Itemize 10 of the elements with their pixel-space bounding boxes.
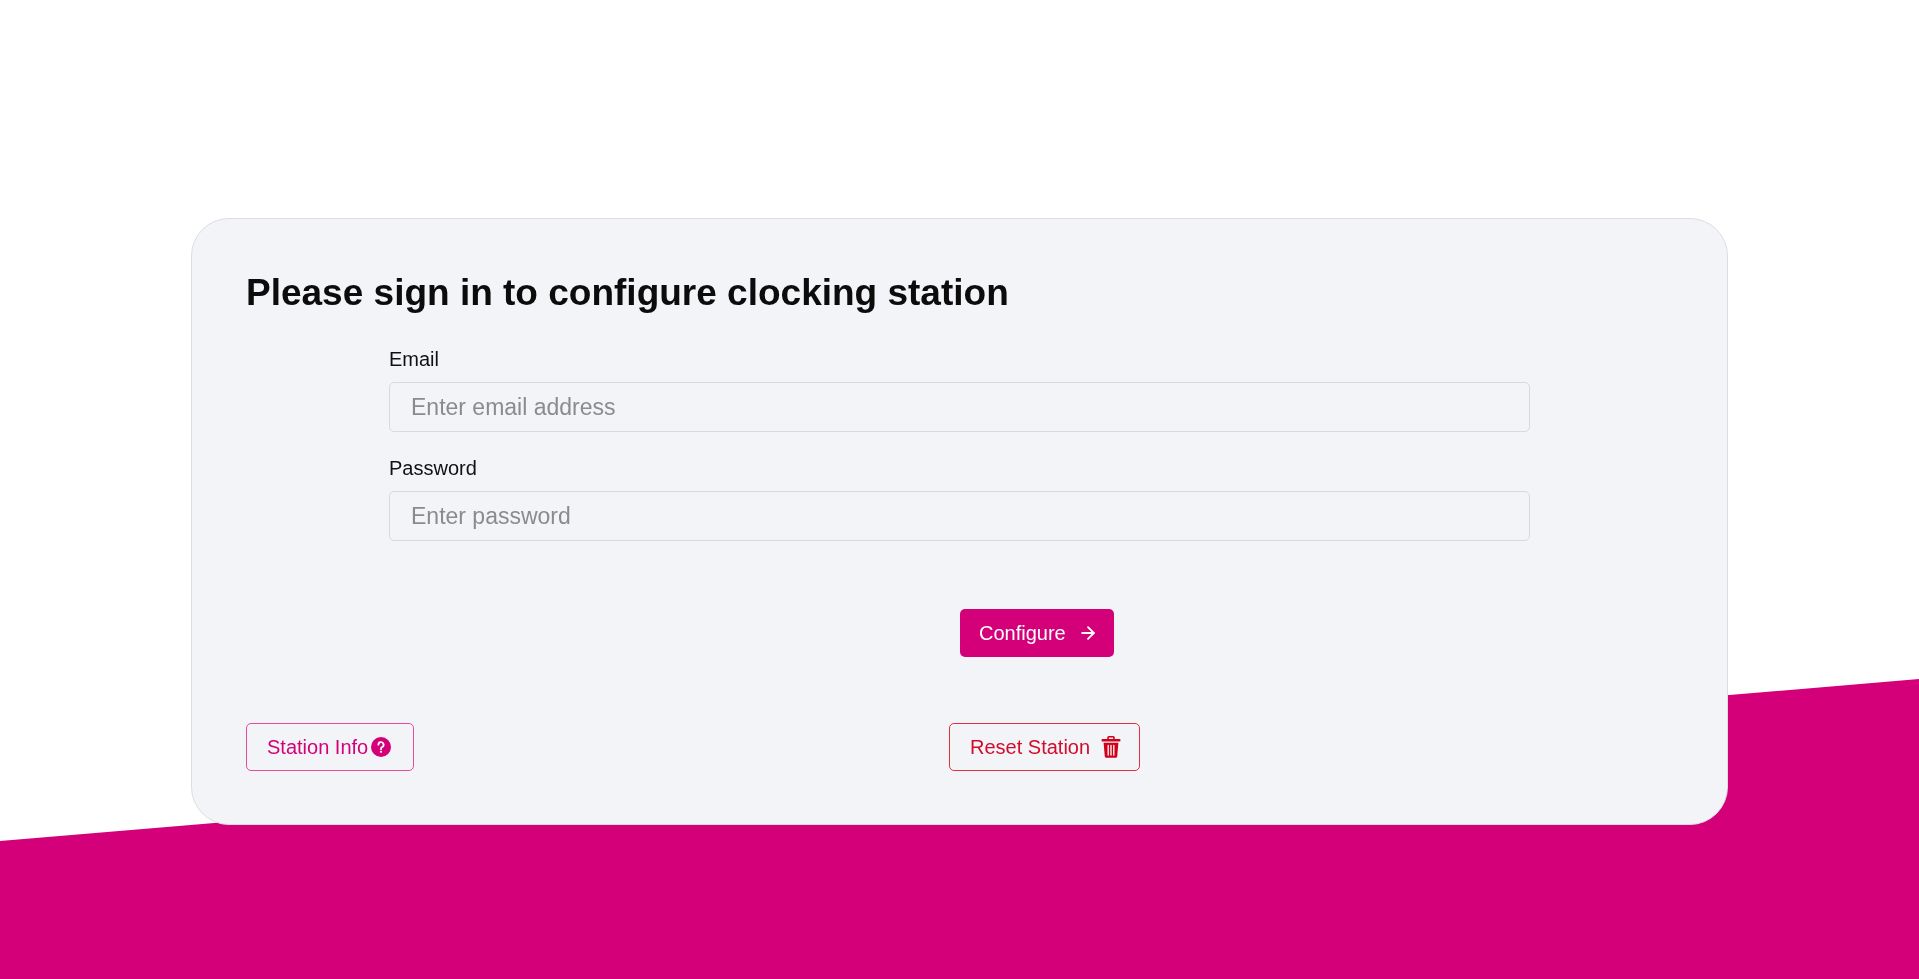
info-button[interactable]: Station Info (246, 723, 415, 772)
trash-icon (1101, 736, 1122, 759)
page-heading: Please sign in to configure clocking station (246, 271, 1010, 315)
field-label: Password (389, 456, 478, 481)
reset-button[interactable]: Reset Station (949, 723, 1141, 772)
help-icon (371, 737, 392, 758)
field-label: Email (389, 347, 440, 372)
configure-button[interactable]: Configure (960, 609, 1114, 658)
input-field[interactable]: Enter email address (389, 382, 1530, 433)
input-field[interactable]: Enter password (389, 491, 1530, 542)
